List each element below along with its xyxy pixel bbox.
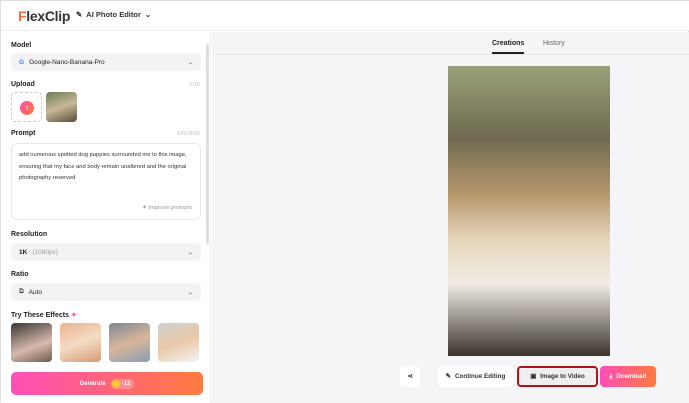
edit-icon: ✎ bbox=[445, 373, 451, 380]
model-label: Model bbox=[11, 42, 32, 49]
download-button[interactable]: ⤓ Download bbox=[600, 366, 656, 387]
improve-prompts-button[interactable]: ✦ Improve prompts bbox=[142, 203, 192, 215]
effect-thumbnail[interactable] bbox=[11, 323, 52, 362]
tab-divider bbox=[212, 54, 689, 55]
share-button[interactable]: ⋖ bbox=[400, 366, 420, 387]
effect-thumbnail[interactable] bbox=[158, 323, 199, 362]
tab-creations[interactable]: Creations bbox=[492, 40, 525, 54]
tab-history[interactable]: History bbox=[543, 40, 565, 47]
model-select[interactable]: G Google-Nano-Banana-Pro ⌄ bbox=[11, 53, 201, 71]
chevron-down-icon: ⌄ bbox=[187, 59, 193, 66]
sidebar: Model G Google-Nano-Banana-Pro ⌄ Upload 1/… bbox=[1, 32, 211, 403]
google-icon: G bbox=[19, 58, 25, 66]
sparkle-icon: ✦ bbox=[70, 312, 77, 319]
prompt-input[interactable]: add numerous spotted dog puppies surroun… bbox=[11, 143, 201, 220]
sidebar-scrollbar[interactable] bbox=[206, 44, 209, 244]
continue-editing-button[interactable]: ✎ Continue Editing bbox=[438, 366, 513, 387]
upload-button[interactable]: ↑ bbox=[11, 92, 42, 122]
prompt-count: 147/3000 bbox=[177, 131, 200, 137]
resolution-select[interactable]: 1K (1080px) ⌄ bbox=[11, 243, 201, 261]
effect-thumbnail[interactable] bbox=[60, 323, 101, 362]
image-to-video-button[interactable]: ▣ Image to Video bbox=[517, 366, 598, 387]
main-panel: Creations History ⋖ ✎ Continue Editing ▣ I… bbox=[212, 32, 689, 403]
coin-icon bbox=[111, 379, 120, 388]
chevron-down-icon: ⌄ bbox=[187, 289, 193, 296]
prompt-label: Prompt bbox=[11, 130, 36, 137]
effect-thumbnail[interactable] bbox=[109, 323, 150, 362]
ratio-icon: ⧉ bbox=[19, 288, 24, 295]
share-icon: ⋖ bbox=[407, 373, 413, 380]
ratio-label: Ratio bbox=[11, 271, 29, 278]
flexclip-logo[interactable]: FlexClip bbox=[18, 8, 70, 24]
chevron-down-icon: ⌄ bbox=[187, 249, 193, 256]
upload-icon: ↑ bbox=[20, 101, 34, 115]
download-icon: ⤓ bbox=[609, 372, 613, 380]
upload-count: 1/10 bbox=[189, 82, 200, 88]
uploaded-image-thumbnail[interactable] bbox=[46, 92, 77, 122]
effects-label: Try These Effects ✦ bbox=[11, 312, 77, 319]
ai-photo-editor-menu[interactable]: ✎ AI Photo Editor ⌄ bbox=[76, 10, 151, 19]
upload-label: Upload bbox=[11, 81, 35, 88]
generated-image[interactable] bbox=[448, 66, 610, 356]
generate-button[interactable]: Generate -12 bbox=[11, 372, 203, 395]
credit-cost: -12 bbox=[110, 378, 135, 389]
resolution-label: Resolution bbox=[11, 231, 48, 238]
editor-icon: ✎ bbox=[76, 10, 83, 19]
chevron-down-icon: ⌄ bbox=[144, 10, 152, 19]
video-icon: ▣ bbox=[530, 373, 537, 380]
ratio-select[interactable]: ⧉ Auto ⌄ bbox=[11, 283, 201, 301]
top-bar: FlexClip ✎ AI Photo Editor ⌄ bbox=[1, 1, 689, 31]
